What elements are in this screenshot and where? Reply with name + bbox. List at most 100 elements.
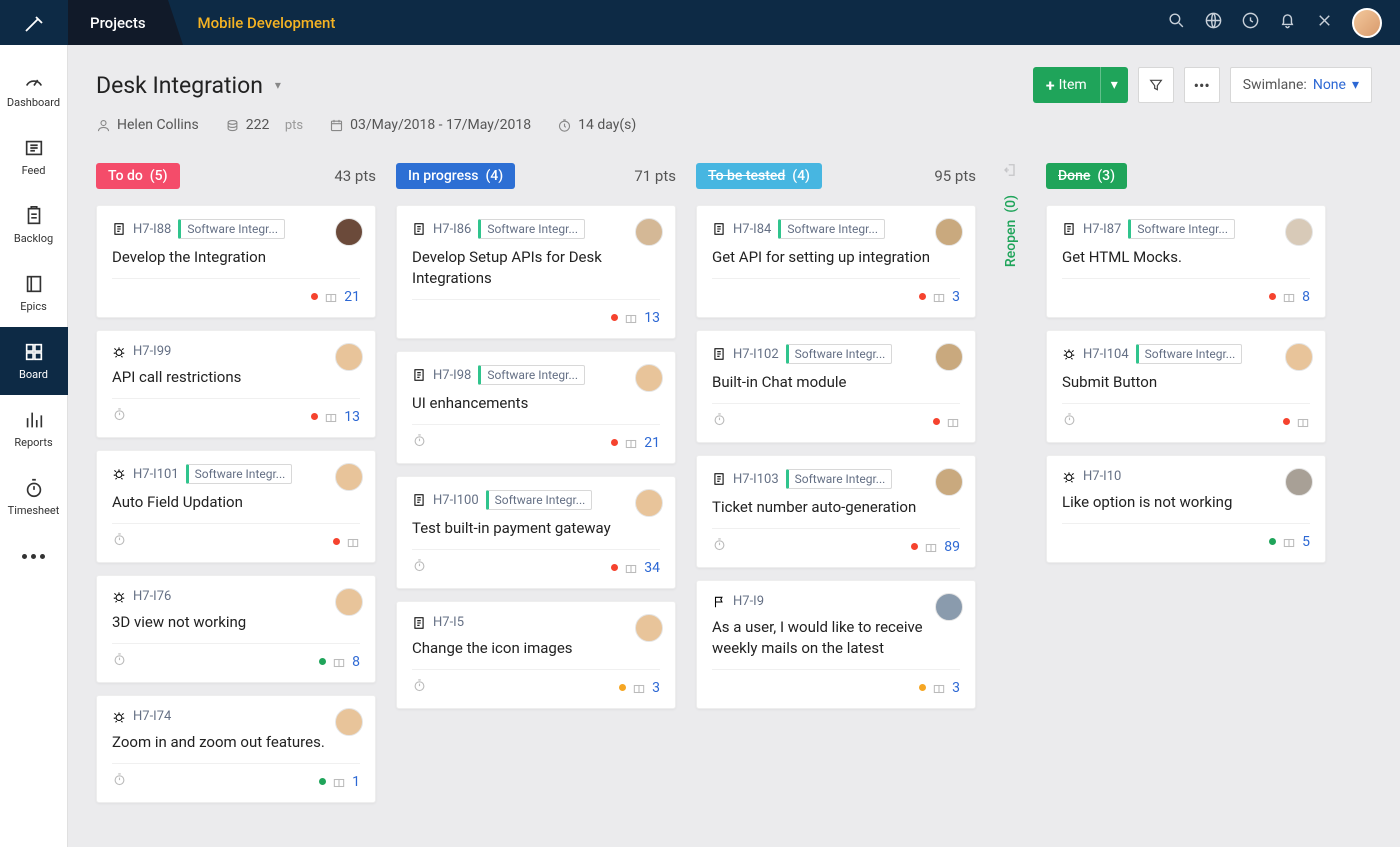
kanban-card[interactable]: H7-I763D view not working8 xyxy=(96,575,376,683)
card-id: H7-I76 xyxy=(133,589,171,604)
sidebar-more[interactable] xyxy=(0,531,68,581)
sidebar-item-reports[interactable]: Reports xyxy=(0,395,68,463)
assignee-avatar[interactable] xyxy=(335,588,363,616)
page-title[interactable]: Desk Integration xyxy=(96,72,263,99)
clock-icon[interactable] xyxy=(1241,11,1260,34)
timer-icon xyxy=(1062,412,1077,431)
attachment-icon xyxy=(324,290,338,304)
column-reopen-collapsed[interactable]: Reopen (0) xyxy=(996,161,1026,267)
sidebar-item-timesheet[interactable]: Timesheet xyxy=(0,463,68,531)
card-title: Built-in Chat module xyxy=(712,372,960,393)
card-id: H7-I99 xyxy=(133,344,171,359)
kanban-card[interactable]: H7-I74Zoom in and zoom out features.1 xyxy=(96,695,376,803)
attachment-icon xyxy=(932,681,946,695)
app-logo[interactable] xyxy=(0,0,68,45)
dates-meta: 03/May/2018 - 17/May/2018 xyxy=(329,117,531,133)
assignee-avatar[interactable] xyxy=(635,364,663,392)
sidebar-item-feed[interactable]: Feed xyxy=(0,123,68,191)
card-title: Get API for setting up integration xyxy=(712,247,960,268)
kanban-card[interactable]: H7-I84Software Integr...Get API for sett… xyxy=(696,205,976,318)
kanban-card[interactable]: H7-I86Software Integr...Develop Setup AP… xyxy=(396,205,676,339)
assignee-avatar[interactable] xyxy=(635,489,663,517)
column-points: 71 pts xyxy=(634,167,676,185)
priority-dot xyxy=(311,413,318,420)
card-type-icon xyxy=(112,590,126,604)
card-tag: Software Integr... xyxy=(786,469,893,489)
sidebar-item-epics[interactable]: Epics xyxy=(0,259,68,327)
column-badge[interactable]: To do (5) xyxy=(96,163,180,189)
add-item-button[interactable]: +Item ▾ xyxy=(1033,67,1128,103)
kanban-card[interactable]: H7-I102Software Integr...Built-in Chat m… xyxy=(696,330,976,443)
sidebar-item-board[interactable]: Board xyxy=(0,327,68,395)
kanban-card[interactable]: H7-I101Software Integr...Auto Field Upda… xyxy=(96,450,376,563)
card-points: 3 xyxy=(952,289,960,305)
bell-icon[interactable] xyxy=(1278,11,1297,34)
priority-dot xyxy=(333,538,340,545)
kanban-card[interactable]: H7-I99API call restrictions13 xyxy=(96,330,376,438)
card-title: Develop Setup APIs for Desk Integrations xyxy=(412,247,660,289)
top-navbar: Projects Mobile Development xyxy=(0,0,1400,45)
owner-meta: Helen Collins xyxy=(96,117,199,133)
card-type-icon xyxy=(712,595,726,609)
nav-current-project[interactable]: Mobile Development xyxy=(168,0,358,45)
globe-icon[interactable] xyxy=(1204,11,1223,34)
card-type-icon xyxy=(112,467,126,481)
priority-dot xyxy=(311,293,318,300)
more-options-button[interactable]: ••• xyxy=(1184,67,1220,103)
assignee-avatar[interactable] xyxy=(635,614,663,642)
sidebar-item-backlog[interactable]: Backlog xyxy=(0,191,68,259)
assignee-avatar[interactable] xyxy=(935,593,963,621)
timer-icon xyxy=(712,412,727,431)
swimlane-select[interactable]: Swimlane: None ▾ xyxy=(1230,67,1372,103)
assignee-avatar[interactable] xyxy=(335,218,363,246)
search-icon[interactable] xyxy=(1167,11,1186,34)
tools-icon[interactable] xyxy=(1315,11,1334,34)
assignee-avatar[interactable] xyxy=(335,463,363,491)
card-title: Develop the Integration xyxy=(112,247,360,268)
card-id: H7-I98 xyxy=(433,368,471,383)
assignee-avatar[interactable] xyxy=(935,468,963,496)
timer-icon xyxy=(112,532,127,551)
card-points: 13 xyxy=(344,409,360,425)
assignee-avatar[interactable] xyxy=(935,218,963,246)
assignee-avatar[interactable] xyxy=(335,708,363,736)
kanban-card[interactable]: H7-I9As a user, I would like to receive … xyxy=(696,580,976,709)
kanban-card[interactable]: H7-I10Like option is not working5 xyxy=(1046,455,1326,563)
user-avatar[interactable] xyxy=(1352,8,1382,38)
kanban-card[interactable]: H7-I104Software Integr...Submit Button xyxy=(1046,330,1326,443)
assignee-avatar[interactable] xyxy=(1285,468,1313,496)
assignee-avatar[interactable] xyxy=(935,343,963,371)
card-points: 21 xyxy=(344,289,360,305)
card-type-icon xyxy=(112,222,126,236)
assignee-avatar[interactable] xyxy=(335,343,363,371)
column-badge[interactable]: To be tested (4) xyxy=(696,163,822,189)
card-id: H7-I104 xyxy=(1083,347,1129,362)
priority-dot xyxy=(611,564,618,571)
kanban-card[interactable]: H7-I103Software Integr...Ticket number a… xyxy=(696,455,976,568)
assignee-avatar[interactable] xyxy=(635,218,663,246)
column-badge[interactable]: In progress (4) xyxy=(396,163,515,189)
kanban-card[interactable]: H7-I98Software Integr...UI enhancements2… xyxy=(396,351,676,464)
priority-dot xyxy=(919,684,926,691)
chevron-down-icon[interactable]: ▾ xyxy=(275,78,281,92)
nav-projects[interactable]: Projects xyxy=(68,0,168,45)
kanban-card[interactable]: H7-I5Change the icon images3 xyxy=(396,601,676,709)
priority-dot xyxy=(1283,418,1290,425)
sidebar-item-dashboard[interactable]: Dashboard xyxy=(0,55,68,123)
card-id: H7-I102 xyxy=(733,347,779,362)
column-badge[interactable]: Done (3) xyxy=(1046,163,1127,189)
assignee-avatar[interactable] xyxy=(1285,218,1313,246)
kanban-card[interactable]: H7-I88Software Integr...Develop the Inte… xyxy=(96,205,376,318)
kanban-card[interactable]: H7-I100Software Integr...Test built-in p… xyxy=(396,476,676,589)
card-tag: Software Integr... xyxy=(478,365,585,385)
attachment-icon xyxy=(332,775,346,789)
card-type-icon xyxy=(412,616,426,630)
attachment-icon xyxy=(332,655,346,669)
filter-button[interactable] xyxy=(1138,67,1174,103)
attachment-icon xyxy=(946,415,960,429)
assignee-avatar[interactable] xyxy=(1285,343,1313,371)
kanban-card[interactable]: H7-I87Software Integr...Get HTML Mocks.8 xyxy=(1046,205,1326,318)
card-points: 8 xyxy=(1302,289,1310,305)
add-item-dropdown[interactable]: ▾ xyxy=(1100,67,1128,103)
card-tag: Software Integr... xyxy=(1136,344,1243,364)
